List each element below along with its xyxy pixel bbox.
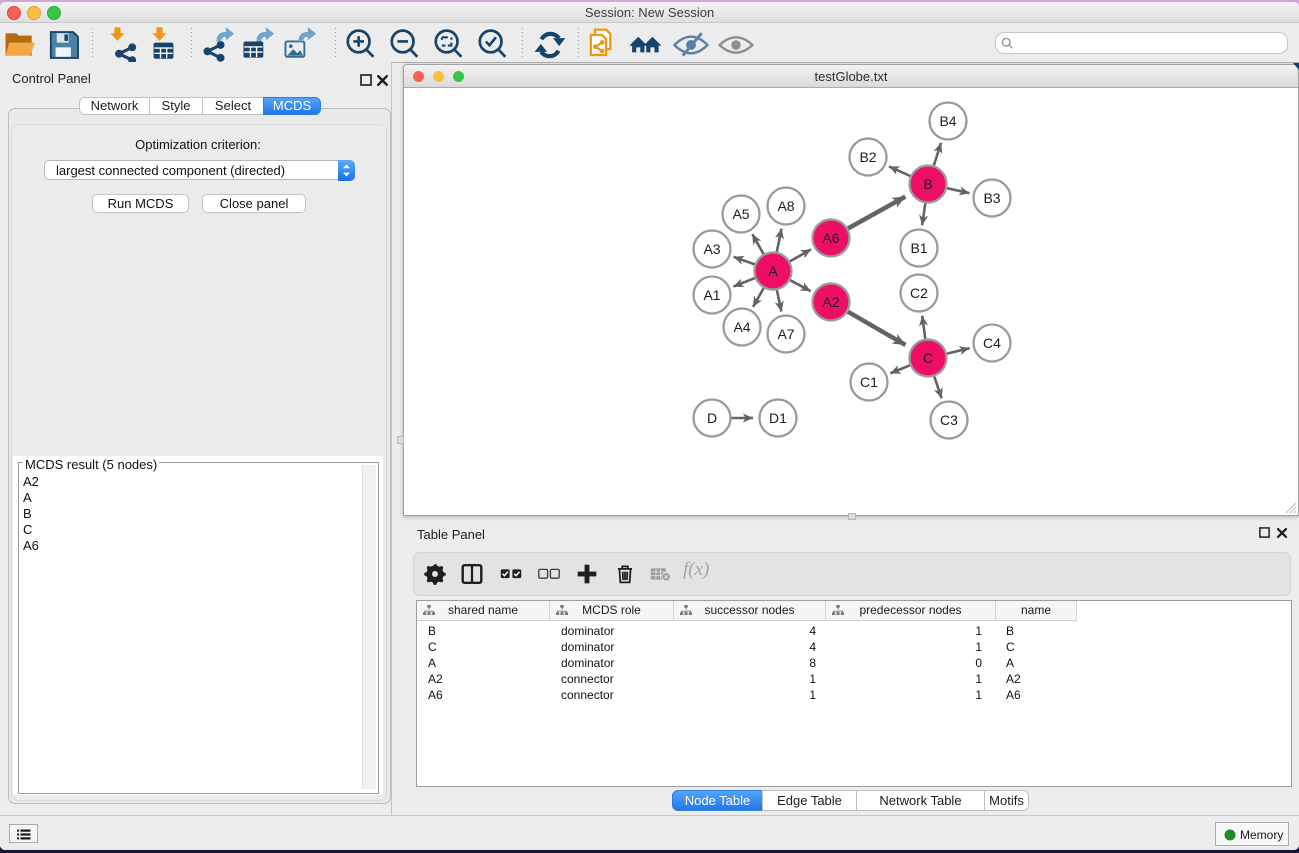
svg-text:B3: B3 xyxy=(983,190,1000,206)
svg-text:C4: C4 xyxy=(983,335,1001,351)
svg-text:D: D xyxy=(707,410,717,426)
svg-text:C3: C3 xyxy=(940,412,958,428)
svg-text:B2: B2 xyxy=(859,149,876,165)
svg-text:B1: B1 xyxy=(910,240,927,256)
svg-text:A7: A7 xyxy=(777,326,794,342)
svg-text:A: A xyxy=(768,263,778,279)
svg-text:A2: A2 xyxy=(822,294,839,310)
svg-text:A5: A5 xyxy=(732,206,749,222)
svg-text:A3: A3 xyxy=(703,241,720,257)
svg-text:B4: B4 xyxy=(939,113,956,129)
svg-text:C1: C1 xyxy=(860,374,878,390)
svg-text:C2: C2 xyxy=(910,285,928,301)
svg-text:D1: D1 xyxy=(769,410,787,426)
svg-text:A1: A1 xyxy=(703,287,720,303)
svg-text:C: C xyxy=(923,350,933,366)
svg-text:B: B xyxy=(923,176,932,192)
svg-text:A4: A4 xyxy=(733,319,750,335)
svg-text:A8: A8 xyxy=(777,198,794,214)
svg-text:A6: A6 xyxy=(822,230,839,246)
